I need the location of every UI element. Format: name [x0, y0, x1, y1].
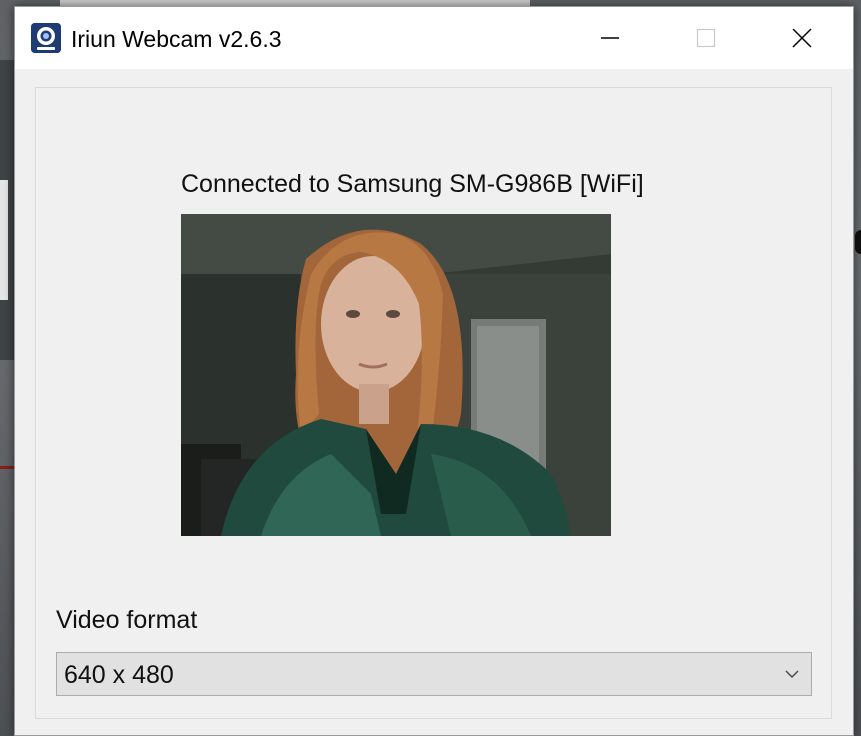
webcam-app-icon	[31, 23, 61, 53]
camera-preview-image	[181, 214, 611, 536]
video-format-selected-value: 640 x 480	[64, 661, 174, 689]
close-icon	[792, 28, 812, 48]
window-title: Iriun Webcam v2.6.3	[71, 26, 282, 52]
iriun-webcam-window: Iriun Webcam v2.6.3 Connected to Samsung…	[14, 6, 854, 736]
minimize-button[interactable]	[565, 7, 655, 69]
video-format-label: Video format	[56, 606, 198, 634]
video-format-dropdown[interactable]: 640 x 480	[56, 652, 812, 696]
minimize-icon	[601, 37, 619, 39]
maximize-icon	[696, 28, 716, 48]
title-bar[interactable]: Iriun Webcam v2.6.3	[15, 7, 853, 69]
background-window-strip	[0, 180, 8, 300]
close-button[interactable]	[757, 7, 847, 69]
main-panel: Connected to Samsung SM-G986B [WiFi] Vid…	[35, 87, 832, 719]
background-element	[855, 230, 861, 254]
connection-status: Connected to Samsung SM-G986B [WiFi]	[181, 170, 644, 198]
maximize-button[interactable]	[661, 7, 751, 69]
chevron-down-icon	[785, 670, 799, 678]
